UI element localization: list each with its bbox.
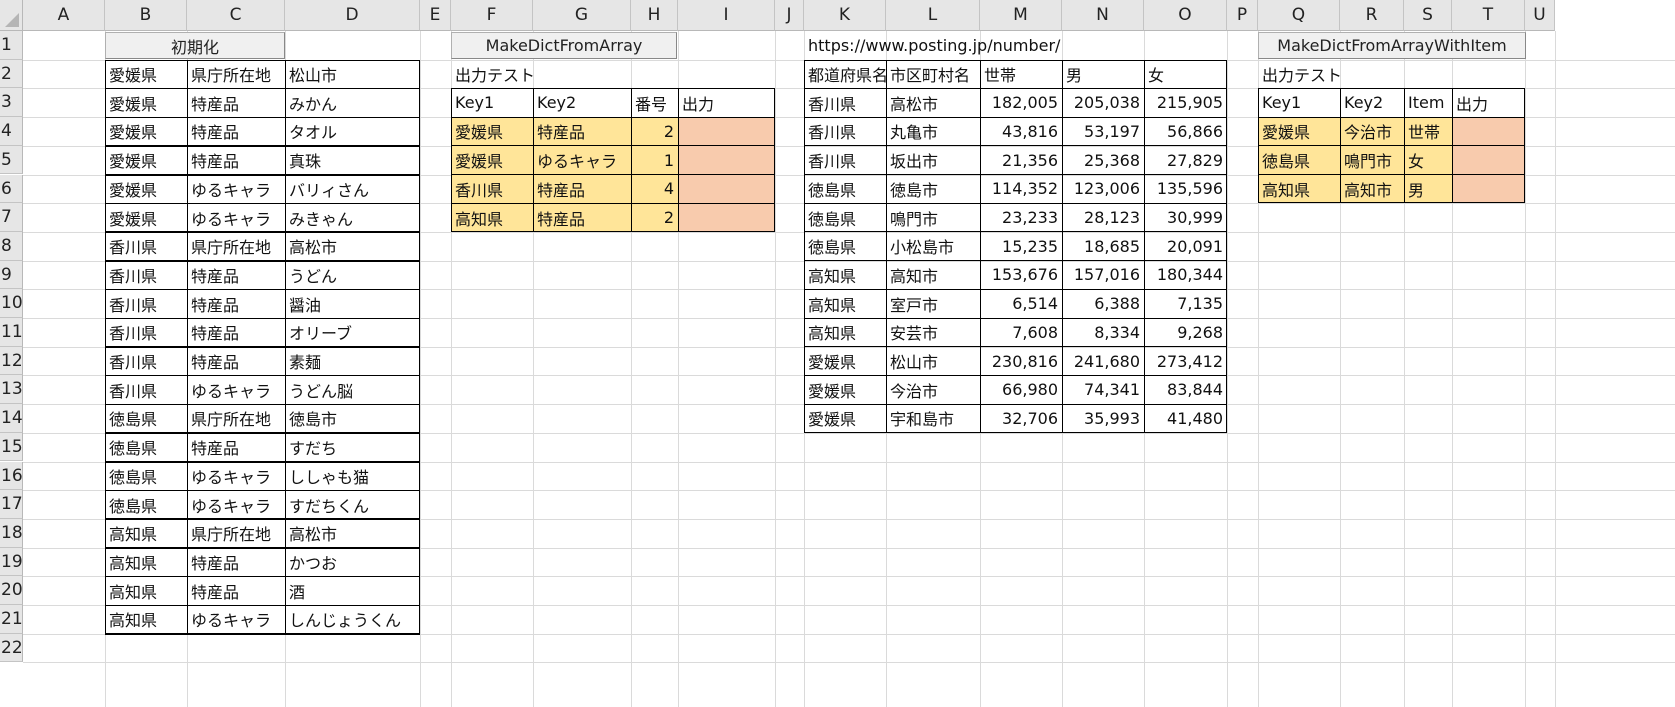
column-header-k[interactable]: K bbox=[804, 0, 886, 31]
select-all-corner[interactable] bbox=[0, 0, 23, 31]
spreadsheet-grid[interactable]: A B C D E F G H I J K L M N O P Q R S T U 1 2 3 4 5 6 7 8 9 10 11 12 13 14… bbox=[0, 0, 1675, 707]
table-column-separator bbox=[677, 88, 679, 232]
make-dict-with-item-button[interactable]: MakeDictFromArrayWithItem bbox=[1258, 32, 1526, 59]
source-url-cell[interactable]: https://www.posting.jp/number/ bbox=[804, 31, 1060, 60]
table-column-separator bbox=[1143, 59, 1145, 433]
table-column-separator bbox=[1451, 88, 1453, 204]
table-row-separator bbox=[451, 202, 775, 204]
select-all-icon bbox=[5, 13, 19, 27]
table-row-separator bbox=[1258, 116, 1525, 118]
row-header-2[interactable]: 2 bbox=[0, 59, 23, 89]
row-header-19[interactable]: 19 bbox=[0, 547, 23, 577]
table-column-separator bbox=[284, 59, 286, 634]
row-header-11[interactable]: 11 bbox=[0, 318, 23, 347]
row-header-5[interactable]: 5 bbox=[0, 145, 23, 175]
test1-title[interactable]: 出力テスト bbox=[451, 60, 533, 89]
table-column-separator bbox=[1403, 88, 1405, 204]
row-header-7[interactable]: 7 bbox=[0, 203, 23, 232]
row-header-3[interactable]: 3 bbox=[0, 88, 23, 118]
column-header-g[interactable]: G bbox=[533, 0, 631, 31]
prefecture-data-table bbox=[105, 59, 420, 634]
table-row-separator bbox=[804, 374, 1227, 376]
make-dict-button[interactable]: MakeDictFromArray bbox=[451, 32, 677, 59]
row-header-4[interactable]: 4 bbox=[0, 117, 23, 146]
row-header-17[interactable]: 17 bbox=[0, 490, 23, 519]
table-row-separator bbox=[451, 145, 775, 147]
column-header-h[interactable]: H bbox=[631, 0, 678, 31]
table-row-separator bbox=[804, 87, 1227, 89]
column-header-i[interactable]: I bbox=[678, 0, 775, 31]
column-header-p[interactable]: P bbox=[1227, 0, 1258, 31]
row-header-1[interactable]: 1 bbox=[0, 31, 23, 60]
column-header-r[interactable]: R bbox=[1340, 0, 1404, 31]
table-row-separator bbox=[804, 346, 1227, 348]
init-button[interactable]: 初期化 bbox=[105, 32, 285, 59]
column-header-j[interactable]: J bbox=[775, 0, 804, 31]
column-header-l[interactable]: L bbox=[886, 0, 980, 31]
row-header-20[interactable]: 20 bbox=[0, 576, 23, 605]
gridline-horizontal bbox=[23, 662, 1675, 664]
table-row-separator bbox=[804, 145, 1227, 147]
column-header-b[interactable]: B bbox=[105, 0, 187, 31]
table-column-separator bbox=[885, 59, 887, 433]
table-column-separator bbox=[630, 88, 632, 232]
row-header-8[interactable]: 8 bbox=[0, 231, 23, 261]
table-row-separator bbox=[804, 403, 1227, 405]
table-row-separator bbox=[804, 317, 1227, 319]
table-row-separator bbox=[1258, 145, 1525, 147]
column-header-f[interactable]: F bbox=[451, 0, 533, 31]
row-header-21[interactable]: 21 bbox=[0, 605, 23, 634]
column-header-e[interactable]: E bbox=[420, 0, 451, 31]
column-header-d[interactable]: D bbox=[285, 0, 420, 31]
column-header-u[interactable]: U bbox=[1525, 0, 1555, 31]
table-row-separator bbox=[451, 116, 775, 118]
column-header-a[interactable]: A bbox=[23, 0, 105, 31]
row-header-15[interactable]: 15 bbox=[0, 432, 23, 462]
table-row-separator bbox=[804, 231, 1227, 233]
column-header-q[interactable]: Q bbox=[1258, 0, 1340, 31]
row-header-16[interactable]: 16 bbox=[0, 461, 23, 491]
table-row-separator bbox=[1258, 174, 1525, 175]
table-column-separator bbox=[979, 59, 981, 433]
table-column-separator bbox=[1061, 59, 1063, 433]
table-row-separator bbox=[804, 260, 1227, 262]
row-header-14[interactable]: 14 bbox=[0, 404, 23, 433]
column-header-o[interactable]: O bbox=[1144, 0, 1227, 31]
row-header-18[interactable]: 18 bbox=[0, 518, 23, 548]
column-header-m[interactable]: M bbox=[980, 0, 1062, 31]
column-header-s[interactable]: S bbox=[1404, 0, 1452, 31]
test2-title[interactable]: 出力テスト bbox=[1258, 60, 1340, 89]
table-row-separator bbox=[451, 174, 775, 175]
table-row-separator bbox=[804, 202, 1227, 204]
column-header-c[interactable]: C bbox=[187, 0, 285, 31]
table-row-separator bbox=[804, 116, 1227, 118]
row-header-6[interactable]: 6 bbox=[0, 174, 23, 204]
table-row-separator bbox=[804, 288, 1227, 290]
table-column-separator bbox=[1339, 88, 1341, 204]
table-row-separator bbox=[804, 174, 1227, 175]
row-header-13[interactable]: 13 bbox=[0, 375, 23, 405]
table-column-separator bbox=[532, 88, 534, 232]
row-header-22[interactable]: 22 bbox=[0, 633, 23, 663]
column-header-t[interactable]: T bbox=[1452, 0, 1525, 31]
row-header-10[interactable]: 10 bbox=[0, 289, 23, 318]
table-column-separator bbox=[186, 59, 188, 634]
test1-table bbox=[451, 88, 775, 232]
row-header-12[interactable]: 12 bbox=[0, 346, 23, 376]
row-header-9[interactable]: 9 bbox=[0, 260, 23, 290]
column-header-n[interactable]: N bbox=[1062, 0, 1144, 31]
